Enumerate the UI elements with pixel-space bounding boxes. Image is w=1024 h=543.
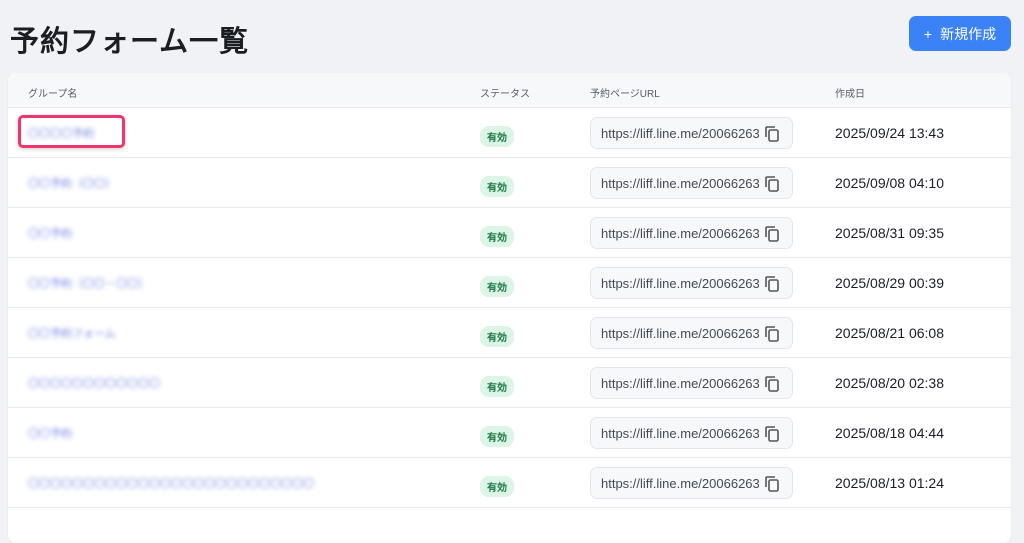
status-badge: 有効: [480, 176, 514, 197]
url-text: https://liff.line.me/20066263: [601, 425, 759, 441]
group-name-link[interactable]: 〇〇〇〇予約: [28, 125, 94, 141]
group-name-link[interactable]: 〇〇予約（〇〇）: [28, 175, 116, 191]
column-status: ステータス: [480, 89, 530, 100]
copy-icon[interactable]: [764, 275, 780, 293]
group-name-link[interactable]: 〇〇予約フォーム: [28, 325, 116, 341]
table-row[interactable]: 〇〇予約フォーム 有効 https://liff.line.me/2006626…: [8, 308, 1011, 358]
url-field[interactable]: https://liff.line.me/20066263: [590, 267, 793, 299]
url-text: https://liff.line.me/20066263: [601, 375, 759, 391]
copy-icon[interactable]: [764, 175, 780, 193]
copy-icon[interactable]: [764, 375, 780, 393]
created-date: 2025/08/31 09:35: [835, 225, 944, 241]
status-badge: 有効: [480, 326, 514, 347]
created-date: 2025/09/24 13:43: [835, 125, 944, 141]
status-badge: 有効: [480, 376, 514, 397]
table-row[interactable]: 〇〇予約（〇〇） 有効 https://liff.line.me/2006626…: [8, 158, 1011, 208]
group-name-link[interactable]: 〇〇〇〇〇〇〇〇〇〇〇〇: [28, 375, 160, 391]
table-row[interactable]: 〇〇〇〇〇〇〇〇〇〇〇〇 有効 https://liff.line.me/200…: [8, 358, 1011, 408]
url-text: https://liff.line.me/20066263: [601, 175, 759, 191]
column-group-name: グループ名: [28, 89, 78, 100]
url-text: https://liff.line.me/20066263: [601, 325, 759, 341]
created-date: 2025/08/20 02:38: [835, 375, 944, 391]
plus-icon: +: [923, 25, 933, 42]
created-date: 2025/08/18 04:44: [835, 425, 944, 441]
created-date: 2025/09/08 04:10: [835, 175, 944, 191]
url-field[interactable]: https://liff.line.me/20066263: [590, 217, 793, 249]
url-text: https://liff.line.me/20066263: [601, 125, 759, 141]
table-row[interactable]: 〇〇予約（〇〇・〇〇） 有効 https://liff.line.me/2006…: [8, 258, 1011, 308]
url-field[interactable]: https://liff.line.me/20066263: [590, 467, 793, 499]
column-created: 作成日: [835, 89, 865, 100]
group-name-link[interactable]: 〇〇予約: [28, 425, 72, 441]
copy-icon[interactable]: [764, 225, 780, 243]
status-badge: 有効: [480, 476, 514, 497]
table-row[interactable]: [8, 508, 1011, 543]
forms-table: グループ名 ステータス 予約ページURL 作成日 〇〇〇〇予約 有効 https…: [8, 73, 1011, 543]
created-date: 2025/08/21 06:08: [835, 325, 944, 341]
url-field[interactable]: https://liff.line.me/20066263: [590, 317, 793, 349]
table-row[interactable]: 〇〇〇〇〇〇〇〇〇〇〇〇〇〇〇〇〇〇〇〇〇〇〇〇〇〇 有効 https://li…: [8, 458, 1011, 508]
status-badge: 有効: [480, 276, 514, 297]
url-text: https://liff.line.me/20066263: [601, 225, 759, 241]
page-title: 予約フォーム一覧: [10, 26, 250, 58]
table-row[interactable]: 〇〇〇〇予約 有効 https://liff.line.me/20066263 …: [8, 108, 1011, 158]
url-text: https://liff.line.me/20066263: [601, 275, 759, 291]
table-row[interactable]: 〇〇予約 有効 https://liff.line.me/20066263 20…: [8, 208, 1011, 258]
table-header: グループ名 ステータス 予約ページURL 作成日: [8, 73, 1011, 108]
status-badge: 有効: [480, 226, 514, 247]
group-name-link[interactable]: 〇〇予約: [28, 225, 72, 241]
status-badge: 有効: [480, 426, 514, 447]
new-form-label: 新規作成: [940, 25, 997, 42]
column-url: 予約ページURL: [590, 89, 660, 100]
created-date: 2025/08/29 00:39: [835, 275, 944, 291]
copy-icon[interactable]: [764, 475, 780, 493]
url-field[interactable]: https://liff.line.me/20066263: [590, 167, 793, 199]
created-date: 2025/08/13 01:24: [835, 475, 944, 491]
url-field[interactable]: https://liff.line.me/20066263: [590, 417, 793, 449]
table-row[interactable]: 〇〇予約 有効 https://liff.line.me/20066263 20…: [8, 408, 1011, 458]
url-field[interactable]: https://liff.line.me/20066263: [590, 367, 793, 399]
new-form-button[interactable]: + 新規作成: [909, 16, 1011, 51]
group-name-link[interactable]: 〇〇〇〇〇〇〇〇〇〇〇〇〇〇〇〇〇〇〇〇〇〇〇〇〇〇: [28, 475, 314, 491]
url-field[interactable]: https://liff.line.me/20066263: [590, 117, 793, 149]
url-text: https://liff.line.me/20066263: [601, 475, 759, 491]
copy-icon[interactable]: [764, 325, 780, 343]
status-badge: 有効: [480, 126, 514, 147]
copy-icon[interactable]: [764, 425, 780, 443]
group-name-link[interactable]: 〇〇予約（〇〇・〇〇）: [28, 275, 149, 291]
copy-icon[interactable]: [764, 125, 780, 143]
